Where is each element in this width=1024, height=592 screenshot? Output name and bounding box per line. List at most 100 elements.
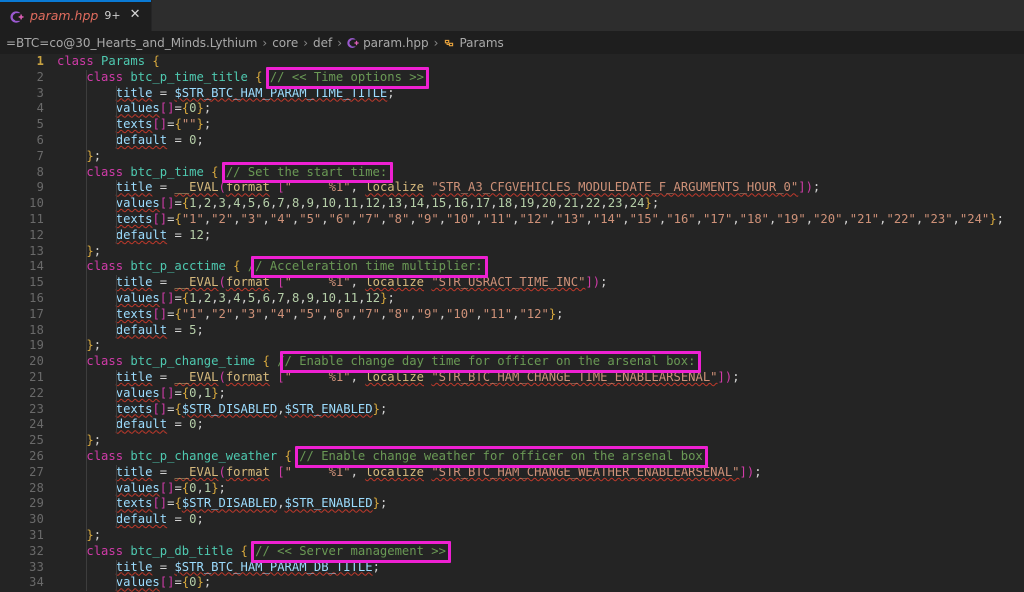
line-content: class btc_p_db_title { // << Server mana… — [57, 544, 446, 560]
code-line[interactable]: 16 values[]={1,2,3,4,5,6,7,8,9,10,11,12}… — [0, 291, 1024, 307]
line-content: values[]={1,2,3,4,5,6,7,8,9,10,11,12}; — [57, 291, 395, 307]
line-number: 5 — [0, 117, 44, 133]
code-line[interactable]: 24 default = 0; — [0, 417, 1024, 433]
code-line[interactable]: 13 }; — [0, 244, 1024, 260]
code-line[interactable]: 10 values[]={1,2,3,4,5,6,7,8,9,10,11,12,… — [0, 196, 1024, 212]
code-line[interactable]: 2 class btc_p_time_title { // << Time op… — [0, 70, 1024, 86]
breadcrumb-item-file[interactable]: param.hpp — [347, 36, 429, 50]
code-line[interactable]: 30 default = 0; — [0, 512, 1024, 528]
line-content: class btc_p_change_weather { // Enable c… — [57, 449, 703, 465]
breadcrumb-label: param.hpp — [363, 36, 429, 50]
indent-guide — [116, 275, 117, 338]
line-number: 23 — [0, 402, 44, 418]
code-line[interactable]: 31 }; — [0, 528, 1024, 544]
close-icon[interactable]: ✕ — [128, 7, 143, 24]
breadcrumb-item-symbol[interactable]: Params — [443, 36, 503, 50]
line-number: 4 — [0, 101, 44, 117]
code-line[interactable]: 19 }; — [0, 338, 1024, 354]
line-content: title = $STR_BTC_HAM_PARAM_TIME_TITLE; — [57, 86, 395, 102]
line-content: class Params { — [57, 54, 160, 70]
code-line[interactable]: 8 class btc_p_time { // Set the start ti… — [0, 165, 1024, 181]
line-number: 11 — [0, 212, 44, 228]
line-number: 29 — [0, 496, 44, 512]
line-number: 30 — [0, 512, 44, 528]
code-line[interactable]: 29 texts[]={$STR_DISABLED,$STR_ENABLED}; — [0, 496, 1024, 512]
code-line[interactable]: 21 title = __EVAL(format [" %1", localiz… — [0, 370, 1024, 386]
code-line[interactable]: 14 class btc_p_acctime { // Acceleration… — [0, 259, 1024, 275]
code-line[interactable]: 1 class Params { — [0, 54, 1024, 70]
line-number: 19 — [0, 338, 44, 354]
line-content: values[]={1,2,3,4,5,6,7,8,9,10,11,12,13,… — [57, 196, 659, 212]
line-content: default = 5; — [57, 323, 204, 339]
breadcrumb-separator: › — [332, 36, 347, 50]
breadcrumb-separator: › — [257, 36, 272, 50]
line-content: }; — [57, 433, 101, 449]
code-line[interactable]: 9 title = __EVAL(format [" %1", localize… — [0, 180, 1024, 196]
line-content: title = __EVAL(format [" %1", localize "… — [57, 180, 820, 196]
code-line[interactable]: 4 values[]={0}; — [0, 101, 1024, 117]
line-content: }; — [57, 338, 101, 354]
code-line[interactable]: 23 texts[]={$STR_DISABLED,$STR_ENABLED}; — [0, 402, 1024, 418]
code-line[interactable]: 18 default = 5; — [0, 323, 1024, 339]
code-line[interactable]: 26 class btc_p_change_weather { // Enabl… — [0, 449, 1024, 465]
indent-guide — [116, 465, 117, 528]
code-line[interactable]: 32 class btc_p_db_title { // << Server m… — [0, 544, 1024, 560]
line-content: }; — [57, 149, 101, 165]
indent-guide — [116, 86, 117, 149]
code-line[interactable]: 22 values[]={0,1}; — [0, 386, 1024, 402]
breadcrumb-item-root[interactable]: =BTC=co@30_Hearts_and_Minds.Lythium — [6, 36, 257, 50]
line-content: class btc_p_acctime { // Acceleration ti… — [57, 259, 483, 275]
code-line[interactable]: 6 default = 0; — [0, 133, 1024, 149]
cpp-file-icon — [347, 37, 359, 49]
line-content: values[]={0,1}; — [57, 481, 226, 497]
code-editor[interactable]: 1 class Params {2 class btc_p_time_title … — [0, 54, 1024, 592]
line-number: 17 — [0, 307, 44, 323]
line-content: title = __EVAL(format [" %1", localize "… — [57, 370, 740, 386]
line-number: 21 — [0, 370, 44, 386]
line-content: default = 0; — [57, 417, 204, 433]
breadcrumb-label: =BTC=co@30_Hearts_and_Minds.Lythium — [6, 36, 257, 50]
line-number: 7 — [0, 149, 44, 165]
line-number: 1 — [0, 54, 44, 70]
code-line[interactable]: 11 texts[]={"1","2","3","4","5","6","7",… — [0, 212, 1024, 228]
line-number: 12 — [0, 228, 44, 244]
code-line[interactable]: 12 default = 12; — [0, 228, 1024, 244]
code-line[interactable]: 7 }; — [0, 149, 1024, 165]
code-line[interactable]: 5 texts[]={""}; — [0, 117, 1024, 133]
code-line[interactable]: 20 class btc_p_change_time { // Enable c… — [0, 354, 1024, 370]
line-number: 31 — [0, 528, 44, 544]
line-number: 20 — [0, 354, 44, 370]
line-number: 3 — [0, 86, 44, 102]
line-number: 15 — [0, 275, 44, 291]
line-number: 34 — [0, 575, 44, 591]
breadcrumb-separator: › — [298, 36, 313, 50]
code-line[interactable]: 3 title = $STR_BTC_HAM_PARAM_TIME_TITLE; — [0, 86, 1024, 102]
code-line[interactable]: 15 title = __EVAL(format [" %1", localiz… — [0, 275, 1024, 291]
breadcrumb-label: Params — [459, 36, 503, 50]
line-number: 26 — [0, 449, 44, 465]
code-line[interactable]: 28 values[]={0,1}; — [0, 481, 1024, 497]
line-number: 33 — [0, 560, 44, 576]
line-number: 10 — [0, 196, 44, 212]
breadcrumb-item-def[interactable]: def — [313, 36, 332, 50]
indent-guide — [86, 70, 87, 591]
line-number: 8 — [0, 165, 44, 181]
code-line[interactable]: 17 texts[]={"1","2","3","4","5","6","7",… — [0, 307, 1024, 323]
tab-label: param.hpp — [30, 8, 98, 23]
code-line[interactable]: 27 title = __EVAL(format [" %1", localiz… — [0, 465, 1024, 481]
breadcrumb-label: def — [313, 36, 332, 50]
code-line[interactable]: 33 title = $STR_BTC_HAM_PARAM_DB_TITLE; — [0, 560, 1024, 576]
line-content: values[]={0}; — [57, 101, 211, 117]
line-number: 2 — [0, 70, 44, 86]
line-content: values[]={0,1}; — [57, 386, 226, 402]
line-content: title = __EVAL(format [" %1", localize "… — [57, 275, 607, 291]
tab-param-hpp[interactable]: param.hpp 9+ ✕ — [0, 0, 152, 31]
code-line[interactable]: 25 }; — [0, 433, 1024, 449]
line-content: default = 0; — [57, 512, 204, 528]
breadcrumb-item-core[interactable]: core — [272, 36, 298, 50]
code-line[interactable]: 34 values[]={0}; — [0, 575, 1024, 591]
breadcrumb-separator: › — [429, 36, 444, 50]
line-number: 28 — [0, 481, 44, 497]
breadcrumb-label: core — [272, 36, 298, 50]
indent-guide — [116, 560, 117, 592]
